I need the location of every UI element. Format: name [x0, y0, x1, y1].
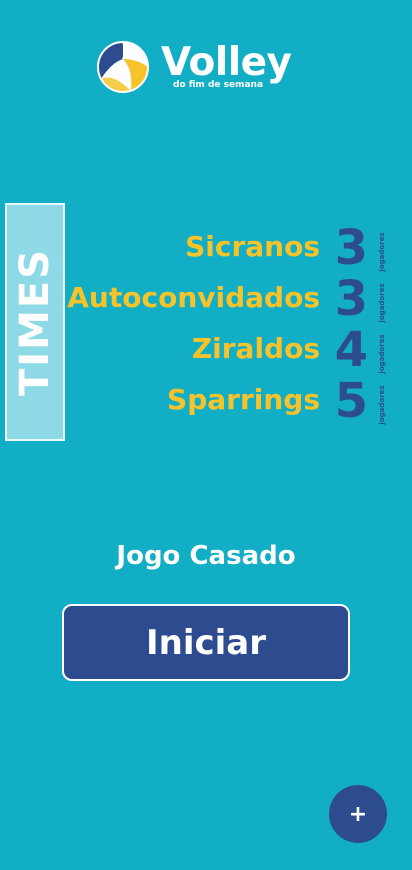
- team-name: Sicranos: [185, 230, 320, 263]
- game-mode-label[interactable]: Jogo Casado: [0, 541, 412, 571]
- team-player-count: 3: [334, 220, 368, 276]
- team-name: Autoconvidados: [67, 281, 320, 314]
- times-tab[interactable]: TIMES: [5, 203, 65, 441]
- team-count-unit: jogadores: [378, 283, 386, 323]
- team-name: Sparrings: [167, 383, 320, 416]
- team-count-unit: jogadores: [378, 334, 386, 374]
- team-list: Sicranos 3 jogadores Autoconvidados 3 jo…: [67, 220, 390, 429]
- team-player-count: 3: [334, 271, 368, 327]
- app-logo: Volley do fim de semana: [97, 40, 297, 94]
- team-row[interactable]: Sparrings 5 jogadores: [80, 373, 390, 429]
- team-row[interactable]: Sicranos 3 jogadores: [80, 220, 390, 276]
- volleyball-icon: [97, 41, 149, 93]
- logo-subtitle: do fim de semana: [173, 80, 264, 90]
- team-count-unit: jogadores: [378, 385, 386, 425]
- plus-icon: +: [348, 801, 368, 827]
- times-tab-label: TIMES: [12, 247, 58, 397]
- team-player-count: 5: [334, 373, 368, 429]
- add-team-button[interactable]: +: [329, 785, 387, 843]
- team-name: Ziraldos: [191, 332, 320, 365]
- team-player-count: 4: [334, 322, 368, 378]
- team-row[interactable]: Autoconvidados 3 jogadores: [67, 271, 390, 327]
- team-row[interactable]: Ziraldos 4 jogadores: [80, 322, 390, 378]
- start-button[interactable]: Iniciar: [62, 604, 350, 681]
- team-count-unit: jogadores: [378, 232, 386, 272]
